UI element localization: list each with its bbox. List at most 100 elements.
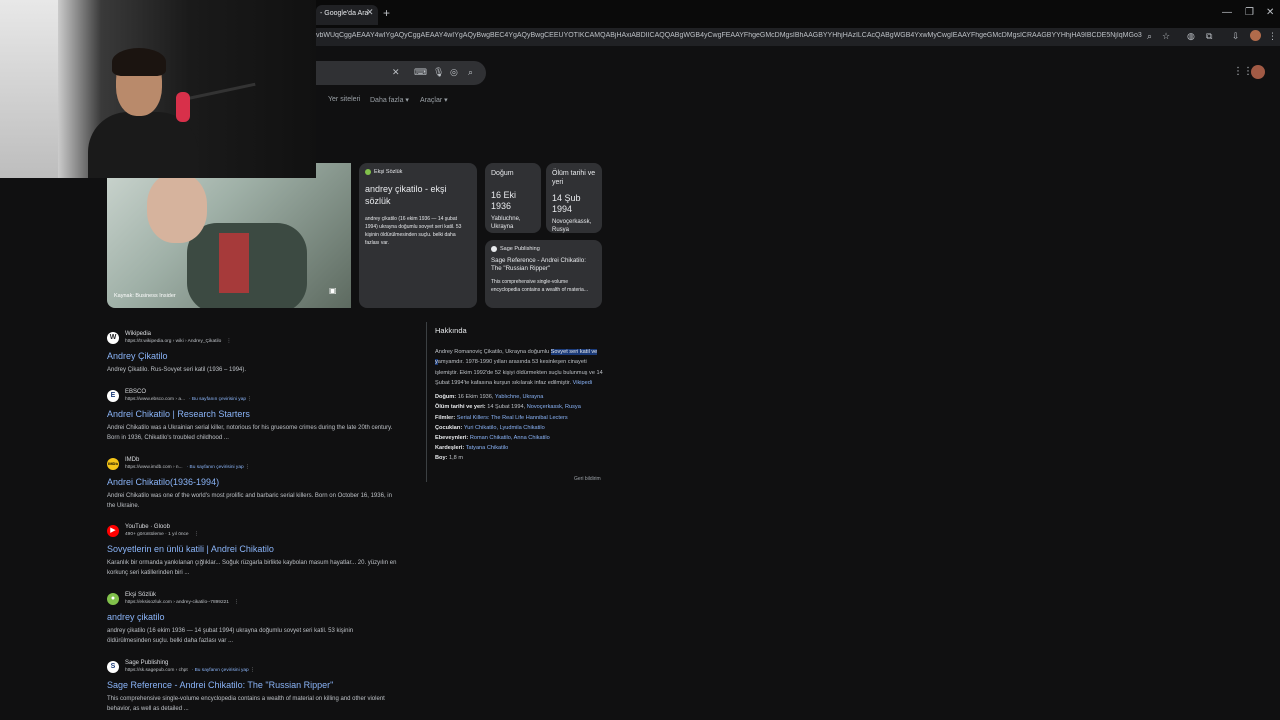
- result-translate-link[interactable]: · Bu sayfanın çevirisini yap: [187, 465, 244, 470]
- result-item: ● Ekşi Sözlük https://eksisozluk.com › and…: [107, 592, 407, 652]
- result-snippet: Andrei Chikatilo was one of the world's …: [107, 493, 392, 509]
- kp-fact-link[interactable]: Novoçerkassk, Rusya: [527, 404, 581, 410]
- result-title-link[interactable]: Andrei Chikatilo(1936-1994): [107, 477, 219, 487]
- result-snippet: Andrei Chikatilo was a Ukrainian serial …: [107, 425, 393, 441]
- mic-icon[interactable]: 🎙: [433, 67, 444, 78]
- image-gallery-icon[interactable]: ▣: [329, 286, 337, 295]
- kp-fact-value: 1,8 m: [447, 455, 463, 462]
- minimize-icon[interactable]: —: [1222, 7, 1232, 18]
- result-favicon-icon: ▶: [107, 525, 119, 537]
- tab-web[interactable]: Yer siteleri: [328, 96, 360, 103]
- kp-fact-link[interactable]: Serial Killers: The Real Life Hannibal L…: [457, 415, 568, 421]
- webcam-person-hair: [112, 48, 166, 76]
- result-item: W Wikipedia https://tr.wikipedia.org › wik…: [107, 331, 407, 391]
- result-url-text: https://tr.wikipedia.org › wiki › Andrey…: [125, 339, 222, 344]
- result-url[interactable]: https://eksisozluk.com › andrey-cikatilo…: [125, 600, 239, 605]
- result-snippet: andrey çikatilo (16 ekim 1936 — 14 şubat…: [107, 628, 354, 644]
- tab-more[interactable]: Daha fazla ▾: [370, 96, 409, 104]
- kp-fact-label: Ölüm tarihi ve yeri:: [435, 404, 486, 411]
- tab-tools[interactable]: Araçlar ▾: [420, 96, 448, 104]
- kp-fact-label: Kardeşleri:: [435, 445, 465, 452]
- result-snippet: Andrey Çikatilo. Rus-Sovyet seri katil (…: [107, 367, 247, 373]
- result-title-link[interactable]: Andrei Chikatilo | Research Starters: [107, 409, 250, 419]
- tab-title: - Google'da Ara: [320, 10, 369, 17]
- zoom-icon[interactable]: ⌕: [1147, 31, 1152, 42]
- result-item: S Sage Publishing https://sk.sagepub.com ›…: [107, 660, 407, 720]
- extension-icon[interactable]: ◍: [1187, 31, 1195, 42]
- kp-fact-label: Ebeveynleri:: [435, 435, 469, 441]
- result-title-link[interactable]: Sovyetlerin en ünlü katili | Andrei Chik…: [107, 544, 274, 554]
- card-death-date: 14 Şub 1994: [552, 193, 581, 214]
- card-eksi[interactable]: Ekşi Sözlük andrey çikatilo - ekşi sözlü…: [359, 163, 477, 308]
- main-image[interactable]: Kaynak: Business Insider ▣: [107, 163, 351, 308]
- image-caption: Kaynak: Business Insider: [114, 293, 176, 299]
- card-sage-source: Sage Publishing: [491, 246, 596, 252]
- kp-fact-row: Filmler: Serial Killers: The Real Life H…: [435, 413, 606, 423]
- clear-icon[interactable]: ✕: [392, 67, 400, 78]
- kp-title: Hakkında: [435, 326, 467, 335]
- apps-grid-icon[interactable]: ⋮⋮: [1233, 66, 1253, 77]
- result-url-text: https://sk.sagepub.com › chpt: [125, 668, 188, 673]
- new-tab-icon[interactable]: +: [383, 6, 390, 20]
- close-tab-icon[interactable]: ✕: [366, 7, 374, 18]
- url-field[interactable]: vbWUqCggAEAAY4wIYgAQyCggAEAAY4wIYgAQyBwg…: [316, 32, 1142, 39]
- card-sage-title: Sage Reference - Andrei Chikatilo: The "…: [491, 257, 586, 272]
- download-icon[interactable]: ⇩: [1232, 31, 1240, 42]
- tab-more-label: Daha fazla: [370, 97, 404, 104]
- knowledge-panel: Hakkında Andrey Romanoviç Çikatilo, Ukra…: [426, 326, 606, 464]
- card-eksi-desc: andrey çikatilo (16 ekim 1936 — 14 şubat…: [365, 216, 462, 246]
- webcam-door: [0, 0, 58, 178]
- result-title-link[interactable]: Andrey Çikatilo: [107, 351, 168, 361]
- result-url[interactable]: https://sk.sagepub.com › chpt · Bu sayfan…: [125, 668, 255, 673]
- maximize-icon[interactable]: ❐: [1245, 7, 1254, 18]
- kp-fact-row: Boy: 1,8 m: [435, 453, 606, 463]
- kp-fact-link[interactable]: Yuri Chikatilo, Lyudmila Chikatilo: [464, 425, 545, 431]
- result-favicon-icon: IMDb: [107, 458, 119, 470]
- result-url[interactable]: https://www.imdb.com › n... · Bu sayfanın…: [125, 465, 250, 470]
- bookmark-star-icon[interactable]: ☆: [1162, 31, 1170, 42]
- result-item: IMDb IMDb https://www.imdb.com › n... · Bu …: [107, 457, 407, 517]
- search-icon[interactable]: ⌕: [468, 67, 473, 78]
- result-title-link[interactable]: Sage Reference - Andrei Chikatilo: The "…: [107, 680, 333, 690]
- profile-avatar[interactable]: [1250, 30, 1261, 41]
- webcam-mic-arm: [186, 82, 256, 101]
- kp-fact-link[interactable]: Yablıchne, Ukrayna: [495, 394, 543, 400]
- search-box[interactable]: ✕ ⌨ 🎙 ◎ ⌕: [316, 61, 486, 85]
- kp-fact-row: Ebeveynleri: Roman Chikatilo, Anna Chika…: [435, 433, 606, 443]
- result-site-name: Ekşi Sözlük: [125, 592, 157, 598]
- card-sage[interactable]: Sage Publishing Sage Reference - Andrei …: [485, 240, 602, 308]
- result-url[interactable]: 490+ görüntüleme · 1 yıl önce ⋮: [125, 532, 199, 537]
- kp-fact-row: Çocukları: Yuri Chikatilo, Lyudmila Chik…: [435, 423, 606, 433]
- tab-tools-label: Araçlar: [420, 97, 443, 104]
- user-avatar[interactable]: [1251, 65, 1265, 79]
- close-window-icon[interactable]: ✕: [1266, 7, 1274, 18]
- result-site-name: EBSCO: [125, 389, 147, 395]
- kp-fact-value: 16 Ekim 1936,: [456, 394, 495, 401]
- result-translate-link[interactable]: · Bu sayfanın çevirisini yap: [189, 397, 246, 402]
- menu-icon[interactable]: ⋮: [1268, 31, 1277, 42]
- keyboard-icon[interactable]: ⌨: [414, 67, 427, 78]
- result-favicon-icon: W: [107, 332, 119, 344]
- card-death-label: Ölüm tarihi ve yeri: [552, 170, 596, 186]
- card-sage-desc: This comprehensive single-volume encyclo…: [491, 279, 588, 293]
- result-translate-link[interactable]: · Bu sayfanın çevirisini yap: [192, 668, 249, 673]
- result-url[interactable]: https://tr.wikipedia.org › wiki › Andrey…: [125, 339, 231, 344]
- kp-wiki-link[interactable]: Vikipedi: [573, 380, 593, 386]
- kp-desc-pre: Andrey Romanoviç Çikatilo, Ukrayna doğum…: [435, 349, 551, 355]
- feedback-link[interactable]: Geri bildirim: [574, 476, 601, 482]
- result-url[interactable]: https://www.ebsco.com › a... · Bu sayfanı…: [125, 397, 252, 402]
- lens-icon[interactable]: ◎: [450, 67, 458, 78]
- kp-fact-link[interactable]: Roman Chikatilo, Anna Chikatilo: [470, 435, 550, 441]
- kp-description: Andrey Romanoviç Çikatilo, Ukrayna doğum…: [435, 347, 606, 388]
- extensions-puzzle-icon[interactable]: ⧉: [1206, 31, 1212, 42]
- card-birth-label: Doğum: [491, 170, 514, 177]
- result-snippet: Karanlık bir ormanda yankılanan çığlıkla…: [107, 560, 397, 576]
- card-birth[interactable]: Doğum 16 Eki 1936 Yabluchne, Ukrayna: [485, 163, 541, 233]
- result-item: ▶ YouTube · Gloob 490+ görüntüleme · 1 yıl…: [107, 524, 407, 584]
- kp-fact-label: Boy:: [435, 455, 448, 462]
- card-birth-date: 16 Eki 1936: [491, 190, 517, 211]
- kp-fact-link[interactable]: Tatyana Chikatilo: [466, 445, 509, 451]
- kp-fact-value: 14 Şubat 1994,: [485, 404, 527, 411]
- result-title-link[interactable]: andrey çikatilo: [107, 612, 165, 622]
- card-death[interactable]: Ölüm tarihi ve yeri 14 Şub 1994 Novoçerk…: [546, 163, 602, 233]
